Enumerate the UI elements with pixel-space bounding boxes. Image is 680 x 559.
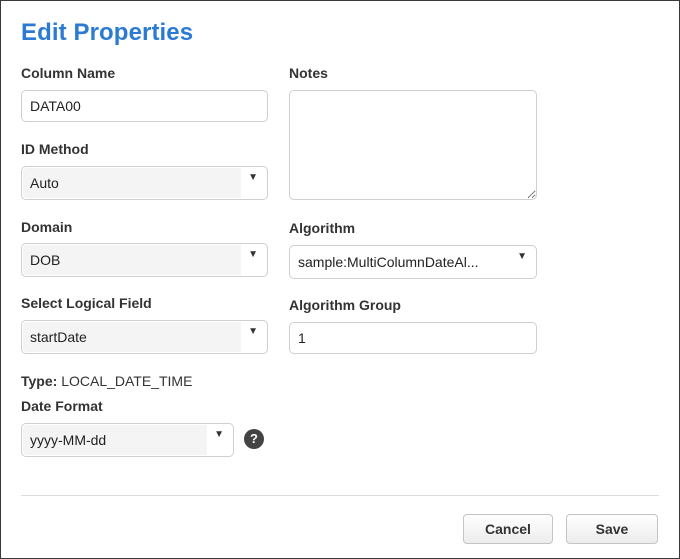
footer-divider (21, 495, 659, 496)
algorithm-selected-value: sample:MultiColumnDateAl... (291, 247, 510, 277)
date-format-label: Date Format (21, 398, 103, 414)
logical-field-selected-value: startDate (23, 322, 241, 352)
question-circle-icon[interactable]: ? (244, 429, 264, 449)
edit-properties-dialog: Edit Properties Column Name Notes ID Met… (0, 0, 680, 559)
logical-field-label: Select Logical Field (21, 295, 152, 311)
date-format-selected-value: yyyy-MM-dd (23, 425, 207, 455)
type-value: LOCAL_DATE_TIME (61, 373, 193, 389)
chevron-down-icon: ▼ (248, 326, 258, 337)
id-method-select[interactable]: Auto ▼ (21, 166, 268, 200)
logical-field-select[interactable]: startDate ▼ (21, 320, 268, 354)
date-format-select[interactable]: yyyy-MM-dd ▼ (21, 423, 234, 457)
algorithm-group-label: Algorithm Group (289, 297, 401, 313)
notes-textarea[interactable] (289, 90, 537, 200)
cancel-button[interactable]: Cancel (463, 514, 553, 544)
type-info: Type: LOCAL_DATE_TIME (21, 373, 192, 389)
domain-select[interactable]: DOB ▼ (21, 243, 268, 277)
algorithm-select[interactable]: sample:MultiColumnDateAl... ▼ (289, 245, 537, 279)
domain-label: Domain (21, 219, 73, 235)
dialog-title: Edit Properties (21, 19, 194, 46)
column-name-input[interactable] (21, 90, 268, 122)
chevron-down-icon: ▼ (248, 172, 258, 183)
save-button[interactable]: Save (566, 514, 658, 544)
domain-selected-value: DOB (23, 245, 241, 275)
type-label: Type: (21, 373, 58, 389)
id-method-selected-value: Auto (23, 168, 241, 198)
algorithm-group-input[interactable] (289, 322, 537, 354)
notes-label: Notes (289, 65, 328, 81)
chevron-down-icon: ▼ (517, 251, 527, 262)
id-method-label: ID Method (21, 141, 89, 157)
column-name-label: Column Name (21, 65, 116, 81)
chevron-down-icon: ▼ (214, 429, 224, 440)
algorithm-label: Algorithm (289, 220, 356, 236)
chevron-down-icon: ▼ (248, 249, 258, 260)
